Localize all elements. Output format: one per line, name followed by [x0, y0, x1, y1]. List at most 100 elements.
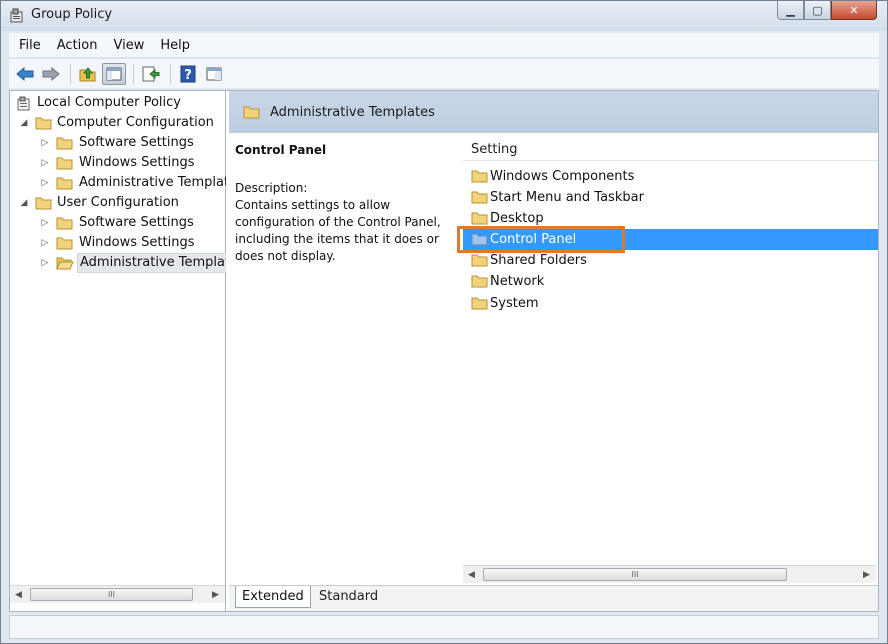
column-header-setting[interactable]: Setting: [463, 139, 878, 161]
folder-icon: [471, 191, 488, 204]
settings-list: Setting Windows Components Start Menu an…: [457, 133, 878, 585]
expanded-arrow-icon[interactable]: ◢: [19, 193, 29, 213]
collapsed-arrow-icon[interactable]: ▷: [40, 153, 50, 173]
tree-item-computer-configuration[interactable]: ◢ Computer Configuration: [10, 113, 226, 133]
console-main-area: Local Computer Policy ◢ Computer Configu…: [9, 90, 879, 612]
tree-item-user-software-settings[interactable]: ▷ Software Settings: [10, 213, 226, 233]
scrollbar-thumb[interactable]: III: [30, 588, 193, 601]
show-hide-console-tree-button[interactable]: [102, 62, 126, 85]
folder-icon: [471, 297, 488, 310]
extended-description-panel: Control Panel Description: Contains sett…: [229, 133, 455, 585]
tree-item-user-windows-settings[interactable]: ▷ Windows Settings: [10, 233, 226, 253]
toolbar-separator: [133, 63, 134, 84]
minimize-button[interactable]: ▁: [777, 1, 804, 20]
collapsed-arrow-icon[interactable]: ▷: [40, 253, 50, 273]
toolbar: ?: [9, 58, 879, 88]
scroll-left-arrow-icon[interactable]: ◀: [463, 566, 480, 583]
close-icon: ✕: [849, 3, 859, 17]
list-horizontal-scrollbar[interactable]: ◀ III ▶: [463, 565, 876, 583]
tab-standard[interactable]: Standard: [313, 586, 384, 608]
export-list-icon: [142, 66, 160, 81]
tree-item-label: Windows Settings: [79, 235, 195, 250]
up-one-level-button[interactable]: [76, 63, 100, 85]
tree-item-user-configuration[interactable]: ◢ User Configuration: [10, 193, 226, 213]
details-pane-header: Administrative Templates: [229, 91, 878, 133]
tab-extended[interactable]: Extended: [235, 586, 311, 608]
tree-item-label: Windows Settings: [79, 155, 195, 170]
caption-buttons: ▁ ▢ ✕: [777, 1, 877, 21]
console-tree: Local Computer Policy ◢ Computer Configu…: [10, 93, 226, 273]
tree-item-label: Administrative Template: [79, 175, 226, 190]
scrollbar-thumb[interactable]: III: [483, 568, 787, 581]
back-button[interactable]: [13, 63, 37, 85]
properties-pane-icon: [206, 67, 222, 80]
collapsed-arrow-icon[interactable]: ▷: [40, 173, 50, 193]
list-item-label: Start Menu and Taskbar: [490, 190, 644, 205]
tree-item-label: Computer Configuration: [57, 115, 214, 130]
tree-item-administrative-templates[interactable]: ▷ Administrative Template: [10, 173, 226, 193]
scroll-right-arrow-icon[interactable]: ▶: [858, 566, 875, 583]
expanded-arrow-icon[interactable]: ◢: [19, 113, 29, 133]
tree-horizontal-scrollbar[interactable]: ◀ III ▶: [10, 585, 225, 603]
collapsed-arrow-icon[interactable]: ▷: [40, 133, 50, 153]
tree-item-software-settings[interactable]: ▷ Software Settings: [10, 133, 226, 153]
tree-item-local-computer-policy[interactable]: Local Computer Policy: [10, 93, 226, 113]
list-item-label: Windows Components: [490, 169, 635, 184]
folder-icon: [56, 237, 73, 250]
collapsed-arrow-icon[interactable]: ▷: [40, 213, 50, 233]
folder-icon: [471, 170, 488, 183]
console-tree-icon: [106, 67, 122, 80]
tree-item-label: Local Computer Policy: [37, 95, 181, 110]
folder-icon: [56, 137, 73, 150]
folder-icon: [56, 177, 73, 190]
menu-file[interactable]: File: [19, 38, 41, 53]
details-pane: Administrative Templates Control Panel D…: [229, 91, 878, 611]
list-item-label: Shared Folders: [490, 253, 587, 268]
list-item-start-menu-and-taskbar[interactable]: Start Menu and Taskbar: [463, 187, 878, 208]
list-item-system[interactable]: System: [463, 293, 878, 314]
properties-button[interactable]: [202, 63, 226, 85]
close-button[interactable]: ✕: [831, 1, 877, 20]
maximize-button[interactable]: ▢: [804, 1, 831, 20]
toolbar-separator: [70, 63, 71, 84]
folder-icon: [243, 106, 260, 119]
menu-help[interactable]: Help: [160, 38, 190, 53]
list-item-control-panel[interactable]: Control Panel: [457, 226, 878, 253]
title-bar[interactable]: Group Policy ▁ ▢ ✕: [1, 1, 887, 31]
list-item-label: System: [490, 296, 539, 311]
list-item-shared-folders[interactable]: Shared Folders: [463, 250, 878, 271]
minimize-icon: ▁: [786, 3, 795, 17]
policy-icon: [17, 96, 30, 111]
folder-icon: [56, 157, 73, 170]
folder-icon: [35, 197, 52, 210]
svg-text:?: ?: [184, 68, 192, 83]
folder-icon: [471, 233, 488, 246]
forward-arrow-icon: [42, 66, 60, 81]
open-folder-icon: [56, 257, 74, 270]
scroll-right-arrow-icon[interactable]: ▶: [207, 586, 224, 603]
folder-icon: [56, 217, 73, 230]
toolbar-separator: [170, 63, 171, 84]
tree-item-user-administrative-templates[interactable]: ▷ Administrative Template: [10, 253, 226, 273]
details-pane-title: Administrative Templates: [270, 104, 435, 120]
scroll-left-arrow-icon[interactable]: ◀: [10, 586, 27, 603]
group-policy-window: Group Policy ▁ ▢ ✕ File Action View Help: [0, 0, 888, 644]
console-tree-pane: Local Computer Policy ◢ Computer Configu…: [10, 91, 226, 611]
folder-icon: [471, 275, 488, 288]
list-item-network[interactable]: Network: [463, 271, 878, 292]
back-arrow-icon: [16, 66, 34, 81]
export-list-button[interactable]: [139, 63, 163, 85]
list-item-label: Network: [490, 274, 545, 289]
collapsed-arrow-icon[interactable]: ▷: [40, 233, 50, 253]
list-item-label: Control Panel: [490, 232, 577, 247]
folder-icon: [35, 117, 52, 130]
menu-view[interactable]: View: [113, 38, 144, 53]
help-button[interactable]: ?: [176, 63, 200, 85]
menu-action[interactable]: Action: [57, 38, 98, 53]
tree-item-label: Software Settings: [79, 215, 194, 230]
tree-item-windows-settings[interactable]: ▷ Windows Settings: [10, 153, 226, 173]
list-item-windows-components[interactable]: Windows Components: [463, 166, 878, 187]
description-text: Contains settings to allow configuration…: [235, 198, 441, 263]
menu-bar: File Action View Help: [9, 33, 879, 57]
forward-button[interactable]: [39, 63, 63, 85]
